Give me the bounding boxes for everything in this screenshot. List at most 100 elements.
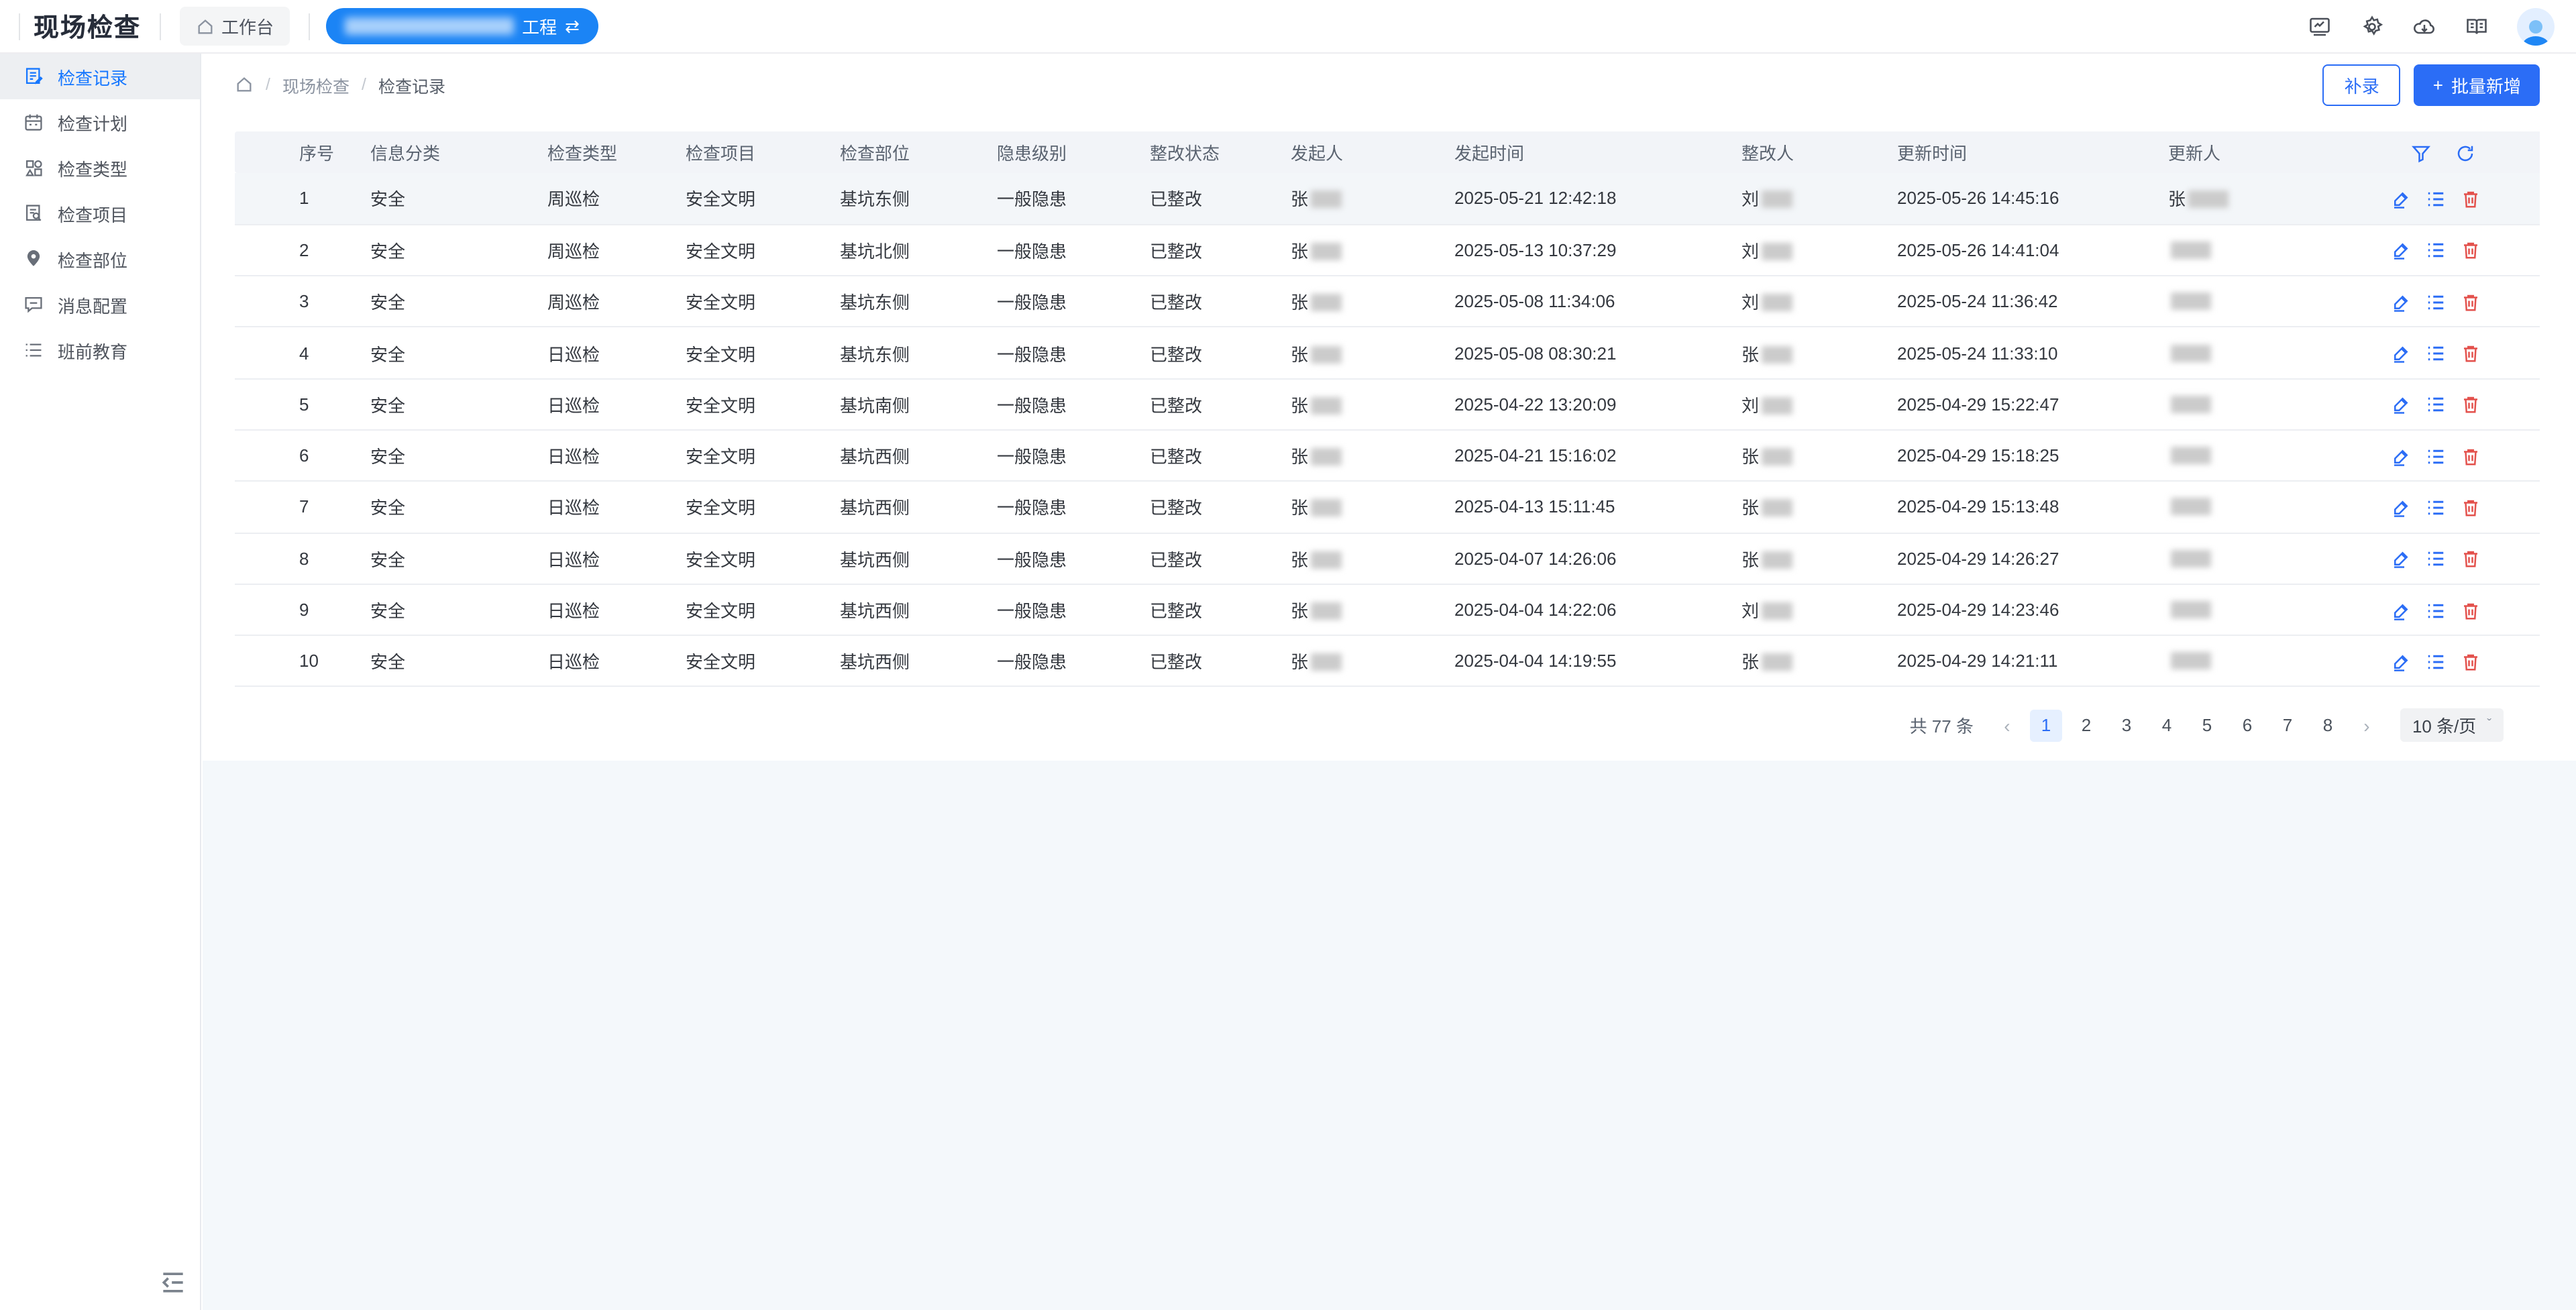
table-row[interactable]: 8安全日巡检安全文明基坑西侧一般隐患已整改张2025-04-07 14:26:0… <box>235 533 2540 584</box>
breadcrumb-item-parent[interactable]: 现场检查 <box>282 72 350 97</box>
page-size-select[interactable]: 10 条/页 ˇ <box>2400 709 2504 743</box>
detail-list-icon[interactable] <box>2426 498 2446 518</box>
col-initiate-time: 发起时间 <box>1454 131 1741 173</box>
next-page-button[interactable]: › <box>2352 710 2381 742</box>
sidebar-item-records[interactable]: 检查记录 <box>0 54 200 99</box>
batch-add-button[interactable]: +批量新增 <box>2414 64 2540 105</box>
cell-updater <box>2168 482 2367 533</box>
detail-list-icon[interactable] <box>2426 652 2446 672</box>
delete-icon[interactable] <box>2461 652 2481 672</box>
cell-seq: 7 <box>235 482 370 533</box>
cell-initiate-time: 2025-05-21 12:42:18 <box>1454 173 1741 225</box>
cell-initiate-time: 2025-04-07 14:26:06 <box>1454 533 1741 584</box>
page-button-6[interactable]: 6 <box>2231 710 2263 742</box>
table-row[interactable]: 9安全日巡检安全文明基坑西侧一般隐患已整改张2025-04-04 14:22:0… <box>235 584 2540 636</box>
table-row[interactable]: 4安全日巡检安全文明基坑东侧一般隐患已整改张2025-05-08 08:30:2… <box>235 327 2540 379</box>
edit-icon[interactable] <box>2391 549 2411 569</box>
cell-check-item: 安全文明 <box>686 276 840 327</box>
sidebar-item-locations[interactable]: 检查部位 <box>0 236 200 282</box>
delete-icon[interactable] <box>2461 498 2481 518</box>
detail-list-icon[interactable] <box>2426 549 2446 569</box>
detail-list-icon[interactable] <box>2426 189 2446 209</box>
edit-icon[interactable] <box>2391 241 2411 261</box>
manual-book-icon[interactable] <box>2465 14 2489 38</box>
collapse-sidebar-icon[interactable] <box>158 1268 188 1295</box>
detail-list-icon[interactable] <box>2426 292 2446 313</box>
sidebar-item-types[interactable]: 检查类型 <box>0 145 200 190</box>
edit-icon[interactable] <box>2391 395 2411 415</box>
monitor-chart-icon[interactable] <box>2308 14 2332 38</box>
sidebar-item-items[interactable]: 检查项目 <box>0 190 200 236</box>
delete-icon[interactable] <box>2461 446 2481 466</box>
user-avatar[interactable] <box>2517 7 2555 45</box>
refresh-icon[interactable] <box>2455 143 2475 163</box>
delete-icon[interactable] <box>2461 549 2481 569</box>
edit-icon[interactable] <box>2391 600 2411 620</box>
edit-icon[interactable] <box>2391 498 2411 518</box>
redacted-name <box>1762 397 1792 415</box>
workbench-button[interactable]: 工作台 <box>180 7 290 46</box>
prev-page-button[interactable]: ‹ <box>1992 710 2022 742</box>
page-button-1[interactable]: 1 <box>2030 710 2062 742</box>
settings-gear-icon[interactable] <box>2360 14 2384 38</box>
edit-icon[interactable] <box>2391 652 2411 672</box>
filter-icon[interactable] <box>2412 143 2432 163</box>
cell-status: 已整改 <box>1150 533 1291 584</box>
edit-icon[interactable] <box>2391 343 2411 364</box>
home-icon[interactable] <box>235 75 254 94</box>
detail-list-icon[interactable] <box>2426 395 2446 415</box>
page-button-2[interactable]: 2 <box>2070 710 2102 742</box>
records-table: 序号 信息分类 检查类型 检查项目 检查部位 隐患级别 整改状态 发起人 发起时… <box>235 131 2540 688</box>
cell-initiator: 张 <box>1291 327 1454 379</box>
cell-location: 基坑西侧 <box>840 430 997 482</box>
page-button-8[interactable]: 8 <box>2312 710 2344 742</box>
table-row[interactable]: 7安全日巡检安全文明基坑西侧一般隐患已整改张2025-04-13 15:11:4… <box>235 482 2540 533</box>
sidebar-item-education[interactable]: 班前教育 <box>0 327 200 373</box>
page-button-7[interactable]: 7 <box>2271 710 2304 742</box>
edit-icon[interactable] <box>2391 292 2411 313</box>
page-button-5[interactable]: 5 <box>2191 710 2223 742</box>
table-row[interactable]: 6安全日巡检安全文明基坑西侧一般隐患已整改张2025-04-21 15:16:0… <box>235 430 2540 482</box>
delete-icon[interactable] <box>2461 600 2481 620</box>
cell-status: 已整改 <box>1150 584 1291 636</box>
cell-category: 安全 <box>370 584 547 636</box>
cell-update-time: 2025-04-29 14:21:11 <box>1897 635 2168 687</box>
page-button-4[interactable]: 4 <box>2151 710 2183 742</box>
cell-update-time: 2025-05-26 14:45:16 <box>1897 173 2168 225</box>
cloud-download-icon[interactable] <box>2412 14 2436 38</box>
cell-updater <box>2168 533 2367 584</box>
sidebar-item-plans[interactable]: 检查计划 <box>0 99 200 145</box>
redacted-name <box>2188 191 2229 209</box>
delete-icon[interactable] <box>2461 292 2481 313</box>
delete-icon[interactable] <box>2461 189 2481 209</box>
supplement-button[interactable]: 补录 <box>2323 64 2401 105</box>
table-row[interactable]: 10安全日巡检安全文明基坑西侧一般隐患已整改张2025-04-04 14:19:… <box>235 635 2540 687</box>
redacted-name <box>2171 344 2211 362</box>
cell-status: 已整改 <box>1150 173 1291 225</box>
sidebar-item-label: 检查项目 <box>58 201 127 226</box>
breadcrumb-separator: / <box>266 75 270 94</box>
project-name-suffix: 工程 <box>522 13 557 39</box>
cell-seq: 6 <box>235 430 370 482</box>
edit-icon[interactable] <box>2391 189 2411 209</box>
edit-icon[interactable] <box>2391 446 2411 466</box>
cell-location: 基坑东侧 <box>840 327 997 379</box>
cell-level: 一般隐患 <box>997 635 1150 687</box>
table-row[interactable]: 3安全周巡检安全文明基坑东侧一般隐患已整改张2025-05-08 11:34:0… <box>235 276 2540 327</box>
table-row[interactable]: 2安全周巡检安全文明基坑北侧一般隐患已整改张2025-05-13 10:37:2… <box>235 225 2540 276</box>
pagination-total: 共 77 条 <box>1910 713 1974 739</box>
delete-icon[interactable] <box>2461 343 2481 364</box>
detail-list-icon[interactable] <box>2426 446 2446 466</box>
detail-list-icon[interactable] <box>2426 241 2446 261</box>
cell-initiate-time: 2025-04-04 14:19:55 <box>1454 635 1741 687</box>
page-button-3[interactable]: 3 <box>2110 710 2143 742</box>
sidebar-item-messages[interactable]: 消息配置 <box>0 282 200 327</box>
cell-actions <box>2367 173 2540 225</box>
table-row[interactable]: 5安全日巡检安全文明基坑南侧一般隐患已整改张2025-04-22 13:20:0… <box>235 378 2540 430</box>
table-row[interactable]: 1安全周巡检安全文明基坑东侧一般隐患已整改张2025-05-21 12:42:1… <box>235 173 2540 225</box>
project-switcher-pill[interactable]: 工程 ⇄ <box>326 8 598 44</box>
detail-list-icon[interactable] <box>2426 343 2446 364</box>
delete-icon[interactable] <box>2461 241 2481 261</box>
detail-list-icon[interactable] <box>2426 600 2446 620</box>
delete-icon[interactable] <box>2461 395 2481 415</box>
